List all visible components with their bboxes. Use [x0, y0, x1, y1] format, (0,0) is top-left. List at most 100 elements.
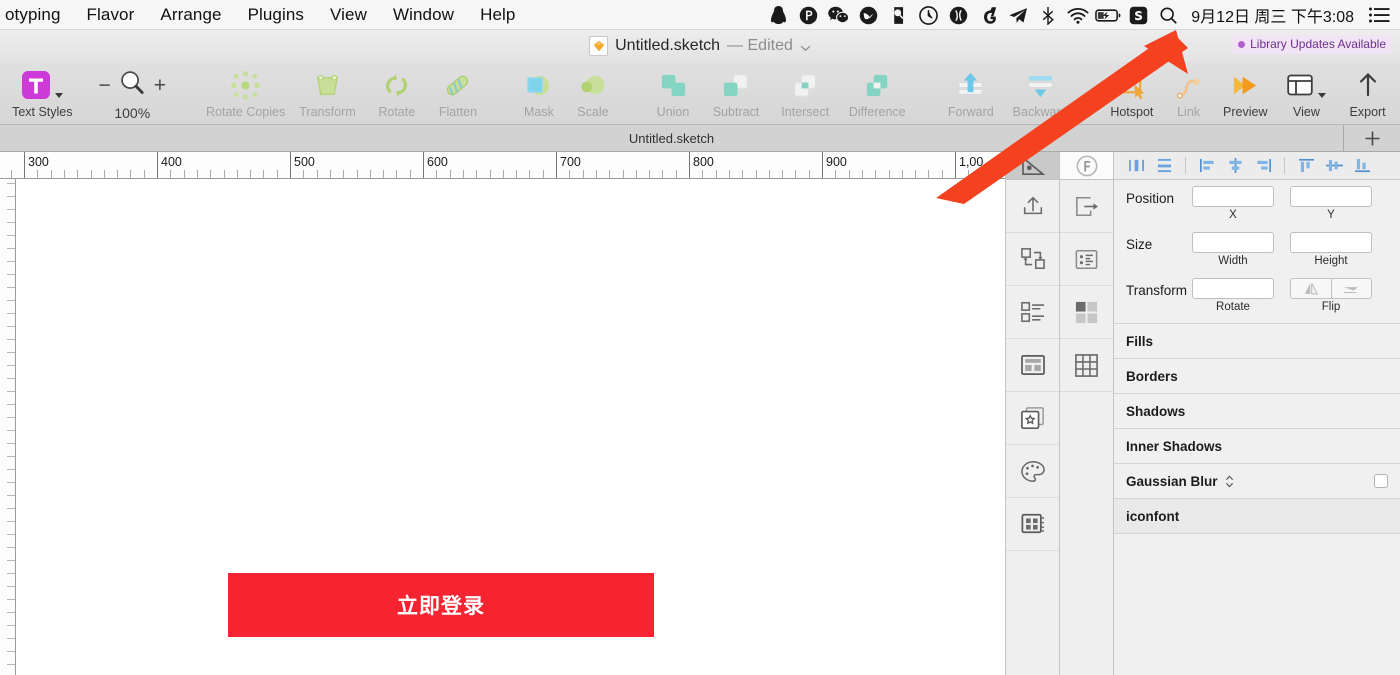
horizontal-ruler[interactable]: 300 400 500 600 700 800 900 1,00: [0, 152, 1005, 179]
coffee-icon[interactable]: [943, 0, 973, 30]
ruler-v-tick: [7, 534, 15, 535]
inspector-section-gaussian-blur[interactable]: Gaussian Blur: [1114, 463, 1400, 498]
menu-window[interactable]: Window: [380, 0, 467, 30]
menu-help[interactable]: Help: [467, 0, 528, 30]
size-row-label: Size: [1126, 237, 1153, 252]
toolbar-hotspot[interactable]: Hotspot: [1099, 62, 1164, 125]
inspector-section-iconfont[interactable]: iconfont: [1114, 498, 1400, 533]
detail-list-icon[interactable]: [1060, 233, 1113, 286]
toolbar-difference[interactable]: Difference: [840, 62, 914, 125]
toolbar-subtract[interactable]: Subtract: [702, 62, 770, 125]
menu-plugins[interactable]: Plugins: [235, 0, 317, 30]
grid-book-icon[interactable]: [1006, 498, 1059, 551]
list-boxes-icon[interactable]: [1006, 286, 1059, 339]
toolbar-transform[interactable]: Transform: [288, 62, 367, 125]
distribute-horizontal-icon[interactable]: [1122, 154, 1150, 178]
menu-flavor[interactable]: Flavor: [74, 0, 148, 30]
s-app-icon[interactable]: [1123, 0, 1153, 30]
battery-charging-icon[interactable]: [1093, 0, 1123, 30]
toolbar-link[interactable]: Link: [1164, 62, 1213, 125]
ruler-minor-tick: [795, 170, 796, 178]
palette-icon[interactable]: [1006, 445, 1059, 498]
vertical-ruler[interactable]: [0, 179, 16, 675]
magnifier-icon[interactable]: [119, 69, 146, 101]
layout-panels-icon[interactable]: [1006, 339, 1059, 392]
toolbar-scale[interactable]: Scale: [565, 62, 621, 125]
flip-vertical-icon[interactable]: [1331, 278, 1372, 299]
gaussian-blur-checkbox[interactable]: [1374, 474, 1388, 488]
clock-icon[interactable]: [913, 0, 943, 30]
inspector-section-borders[interactable]: Borders: [1114, 358, 1400, 393]
ruler-minor-tick: [463, 170, 464, 178]
align-center-horizontal-icon[interactable]: [1221, 154, 1249, 178]
position-y-field[interactable]: [1290, 186, 1372, 207]
toolbar-backward[interactable]: Backward: [1004, 62, 1076, 125]
toolbar-view[interactable]: View: [1278, 62, 1336, 125]
toolbar-preview[interactable]: Preview: [1213, 62, 1278, 125]
bluetooth-icon[interactable]: [1033, 0, 1063, 30]
text-styles-caret-icon[interactable]: [55, 93, 64, 98]
toolbar-export[interactable]: Export: [1335, 62, 1400, 125]
align-left-icon[interactable]: [1193, 154, 1221, 178]
align-top-icon[interactable]: [1292, 154, 1320, 178]
triangle-ruler-icon[interactable]: [1006, 152, 1059, 180]
position-x-field[interactable]: [1192, 186, 1274, 207]
toolbar-flatten[interactable]: Flatten: [426, 62, 489, 125]
export-frame-icon[interactable]: [1060, 180, 1113, 233]
ruler-v-tick: [7, 222, 15, 223]
menu-view[interactable]: View: [317, 0, 380, 30]
star-stack-icon[interactable]: [1006, 392, 1059, 445]
wifi-icon[interactable]: [1063, 0, 1093, 30]
canvas-area[interactable]: 300 400 500 600 700 800 900 1,00 立即登录: [0, 152, 1005, 675]
qq-icon[interactable]: [763, 0, 793, 30]
inspector-section-fills[interactable]: Fills: [1114, 323, 1400, 358]
g-icon[interactable]: [973, 0, 1003, 30]
size-height-field[interactable]: [1290, 232, 1372, 253]
canvas-surface[interactable]: 立即登录: [16, 179, 1005, 675]
align-bottom-icon[interactable]: [1348, 154, 1376, 178]
toolbar-rotate[interactable]: Rotate: [367, 62, 426, 125]
wechat-icon[interactable]: [823, 0, 853, 30]
table-grid-icon[interactable]: [1060, 339, 1113, 392]
chevron-down-icon[interactable]: [800, 39, 811, 57]
toolbar-mask[interactable]: Mask: [513, 62, 565, 125]
distribute-vertical-icon[interactable]: [1150, 154, 1178, 178]
toolbar-union[interactable]: Union: [644, 62, 702, 125]
magnifier-doc-icon[interactable]: [883, 0, 913, 30]
menu-arrange[interactable]: Arrange: [147, 0, 234, 30]
list-lines-icon[interactable]: [1364, 0, 1394, 30]
zoom-out-button[interactable]: −: [99, 75, 111, 96]
zoom-in-button[interactable]: +: [154, 75, 166, 96]
plus-icon[interactable]: [1344, 125, 1400, 151]
library-updates-badge[interactable]: Library Updates Available: [1232, 35, 1392, 54]
four-squares-icon[interactable]: [1060, 286, 1113, 339]
swap-squares-icon[interactable]: [1006, 233, 1059, 286]
f-circle-icon[interactable]: [1060, 152, 1113, 180]
toolbar-zoom[interactable]: − + 100%: [85, 62, 180, 125]
align-right-icon[interactable]: [1249, 154, 1277, 178]
inspector-section-inner-shadows[interactable]: Inner Shadows: [1114, 428, 1400, 463]
toolbar-forward[interactable]: Forward: [938, 62, 1005, 125]
flip-horizontal-icon[interactable]: [1290, 278, 1332, 299]
menu-bar-clock[interactable]: 9月12日 周三 下午3:08: [1183, 3, 1364, 27]
spotlight-search-icon[interactable]: [1153, 0, 1183, 30]
inspector-section-shadows[interactable]: Shadows: [1114, 393, 1400, 428]
toolbar-intersect[interactable]: Intersect: [770, 62, 840, 125]
telegram-icon[interactable]: [1003, 0, 1033, 30]
toolbar-rotate-copies[interactable]: Rotate Copies: [203, 62, 288, 125]
view-caret-icon[interactable]: [1318, 93, 1327, 98]
upload-arrow-icon[interactable]: [1006, 180, 1059, 233]
blur-type-stepper-icon[interactable]: [1225, 474, 1234, 489]
align-middle-vertical-icon[interactable]: [1320, 154, 1348, 178]
pocket-icon[interactable]: [793, 0, 823, 30]
size-width-field[interactable]: [1192, 232, 1274, 253]
tab-untitled-sketch[interactable]: Untitled.sketch: [0, 125, 1344, 151]
toolbar-text-styles[interactable]: Text Styles: [0, 62, 85, 125]
menu-prototyping[interactable]: otyping: [0, 0, 74, 30]
transform-rotate-field[interactable]: [1192, 278, 1274, 299]
union-icon: [658, 68, 689, 102]
bird-icon[interactable]: [853, 0, 883, 30]
ruler-v-tick: [7, 300, 15, 301]
artboard-login-button[interactable]: 立即登录: [228, 573, 654, 637]
ruler-v-tick: [7, 287, 15, 288]
